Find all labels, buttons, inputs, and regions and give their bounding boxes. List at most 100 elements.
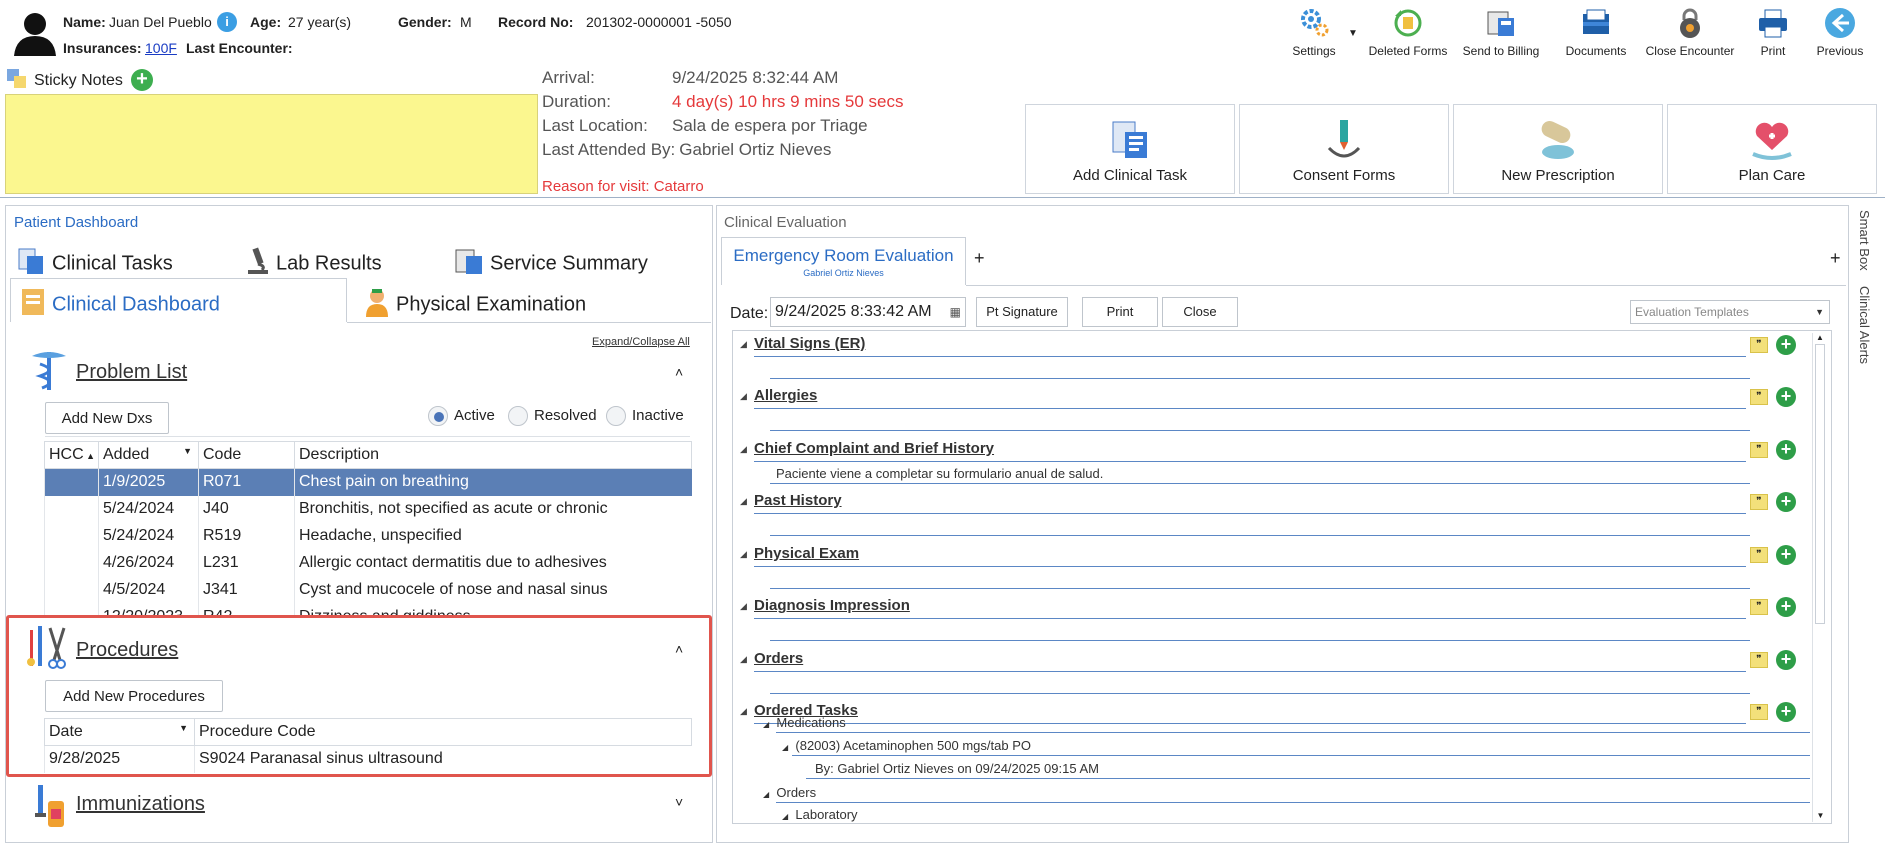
add-section-item-button[interactable]: + [1776,335,1796,355]
tab-clinical-tasks[interactable]: Clinical Tasks [16,246,173,282]
radio-inactive[interactable]: Inactive [606,406,684,426]
expand-collapse-all-link[interactable]: Expand/Collapse All [592,336,690,348]
quote-icon[interactable]: ❞ [1750,652,1768,668]
calendar-icon[interactable]: ▦ [950,298,961,326]
add-section-item-button[interactable]: + [1776,650,1796,670]
table-row[interactable]: 4/26/2024 L231 Allergic contact dermatitis… [44,549,692,577]
add-evaluation-tab-button[interactable]: + [974,248,985,269]
consent-forms-button[interactable]: Consent Forms [1239,104,1449,194]
send-to-billing-button[interactable]: Send to Billing [1451,6,1551,58]
pt-signature-button[interactable]: Pt Signature [976,297,1068,327]
description-cell: Bronchitis, not specified as acute or ch… [294,495,692,523]
tab-physical-examination[interactable]: Physical Examination [364,287,586,323]
section-title[interactable]: Diagnosis Impression [754,597,910,614]
evaluation-scrollbar[interactable]: ▲ ▼ [1812,333,1827,822]
tab-lab-results[interactable]: Lab Results [246,246,382,282]
section-title[interactable]: Chief Complaint and Brief History [754,440,994,457]
problem-list-collapse-icon[interactable]: ˄ [675,364,683,380]
insurance-link[interactable]: 100F [145,40,177,56]
orders-node[interactable]: ◢ Orders [763,785,816,800]
section-body-line [770,535,1750,536]
clinical-alerts-tab[interactable]: Clinical Alerts [1857,286,1872,364]
scroll-down-icon[interactable]: ▼ [1813,811,1828,820]
section-title[interactable]: Orders [754,650,803,667]
collapse-arrow-icon[interactable]: ◢ [740,444,747,455]
immunizations-expand-icon[interactable]: ˅ [675,794,683,810]
add-section-item-button[interactable]: + [1776,492,1796,512]
add-clinical-task-button[interactable]: Add Clinical Task [1025,104,1235,194]
quote-icon[interactable]: ❞ [1750,599,1768,615]
collapse-arrow-icon[interactable]: ◢ [740,706,747,717]
medication-item[interactable]: ◢ (82003) Acetaminophen 500 mgs/tab PO [782,738,1031,753]
eval-date-input[interactable]: 9/24/2025 8:33:42 AM ▦ [770,297,966,327]
tab-emergency-room-evaluation[interactable]: Emergency Room Evaluation Gabriel Ortiz … [721,237,966,285]
orders-node-underline [776,802,1810,803]
col-procedure-code[interactable]: Procedure Code [194,718,692,746]
col-description[interactable]: Description [294,441,692,469]
collapse-arrow-icon[interactable]: ◢ [740,339,747,350]
procedures-title[interactable]: Procedures [76,639,178,662]
collapse-arrow-icon[interactable]: ◢ [740,549,747,560]
table-row[interactable]: 5/24/2024 J40 Bronchitis, not specified as… [44,495,692,523]
added-cell: 4/26/2024 [98,549,199,577]
add-evaluation-tab-right-button[interactable]: + [1830,248,1841,269]
collapse-arrow-icon[interactable]: ◢ [740,496,747,507]
col-code[interactable]: Code [198,441,295,469]
settings-dropdown-icon[interactable]: ▼ [1348,28,1358,39]
section-title[interactable]: Vital Signs (ER) [754,335,865,352]
info-icon[interactable]: i [217,12,237,32]
problem-list-title[interactable]: Problem List [76,361,187,384]
medications-node[interactable]: ◢ Medications [763,715,846,730]
table-row[interactable]: 5/24/2024 R519 Headache, unspecified [44,522,692,550]
table-row[interactable]: 1/9/2025 R071 Chest pain on breathing [44,468,692,496]
col-hcc[interactable]: HCC ▲ [44,441,99,469]
quote-icon[interactable]: ❞ [1750,389,1768,405]
plan-care-button[interactable]: Plan Care [1667,104,1877,194]
table-row[interactable]: 12/20/2023R42Dizziness and giddiness [44,603,692,615]
deleted-forms-button[interactable]: Deleted Forms [1358,6,1458,58]
radio-active[interactable]: Active [428,406,495,426]
previous-button[interactable]: Previous [1800,6,1880,58]
col-added[interactable]: Added ▼ [98,441,199,469]
tab-clinical-dashboard[interactable]: Clinical Dashboard [20,287,220,323]
add-new-dxs-button[interactable]: Add New Dxs [45,402,169,434]
collapse-arrow-icon[interactable]: ◢ [740,654,747,665]
add-section-item-button[interactable]: + [1776,702,1796,722]
quote-icon[interactable]: ❞ [1750,337,1768,353]
quote-icon[interactable]: ❞ [1750,442,1768,458]
section-title[interactable]: Allergies [754,387,817,404]
col-date[interactable]: Date ▼ [44,718,195,746]
collapse-arrow-icon[interactable]: ◢ [740,391,747,402]
add-section-item-button[interactable]: + [1776,387,1796,407]
scroll-up-icon[interactable]: ▲ [1813,333,1827,342]
quote-icon[interactable]: ❞ [1750,704,1768,720]
section-title[interactable]: Past History [754,492,842,509]
add-new-procedures-button[interactable]: Add New Procedures [45,680,223,712]
evaluation-templates-select[interactable]: Evaluation Templates ▼ [1630,300,1830,324]
eval-close-button[interactable]: Close [1162,297,1238,327]
add-sticky-note-button[interactable]: + [131,69,153,91]
record-number: 201302-0000001 -5050 [586,14,732,30]
section-title[interactable]: Physical Exam [754,545,859,562]
table-row[interactable]: 9/28/2025 S9024 Paranasal sinus ultrasoun… [44,745,692,773]
sticky-notes-icon [6,68,28,90]
add-section-item-button[interactable]: + [1776,440,1796,460]
quote-icon[interactable]: ❞ [1750,547,1768,563]
radio-resolved[interactable]: Resolved [508,406,597,426]
collapse-arrow-icon[interactable]: ◢ [740,601,747,612]
add-section-item-button[interactable]: + [1776,545,1796,565]
duration-row: Duration: 4 day(s) 10 hrs 9 mins 50 secs [542,92,904,111]
immunizations-title[interactable]: Immunizations [76,793,205,816]
laboratory-node[interactable]: ◢ Laboratory [782,807,858,822]
scroll-thumb[interactable] [1815,344,1825,624]
eval-print-button[interactable]: Print [1082,297,1158,327]
sticky-note-area[interactable] [5,94,538,194]
tab-service-summary[interactable]: Service Summary [454,246,648,282]
documents-button[interactable]: Documents [1546,6,1646,58]
procedures-collapse-icon[interactable]: ˄ [675,641,683,657]
table-row[interactable]: 4/5/2024 J341 Cyst and mucocele of nose an… [44,576,692,604]
smart-box-tab[interactable]: Smart Box [1857,210,1872,271]
add-section-item-button[interactable]: + [1776,597,1796,617]
quote-icon[interactable]: ❞ [1750,494,1768,510]
new-prescription-button[interactable]: New Prescription [1453,104,1663,194]
